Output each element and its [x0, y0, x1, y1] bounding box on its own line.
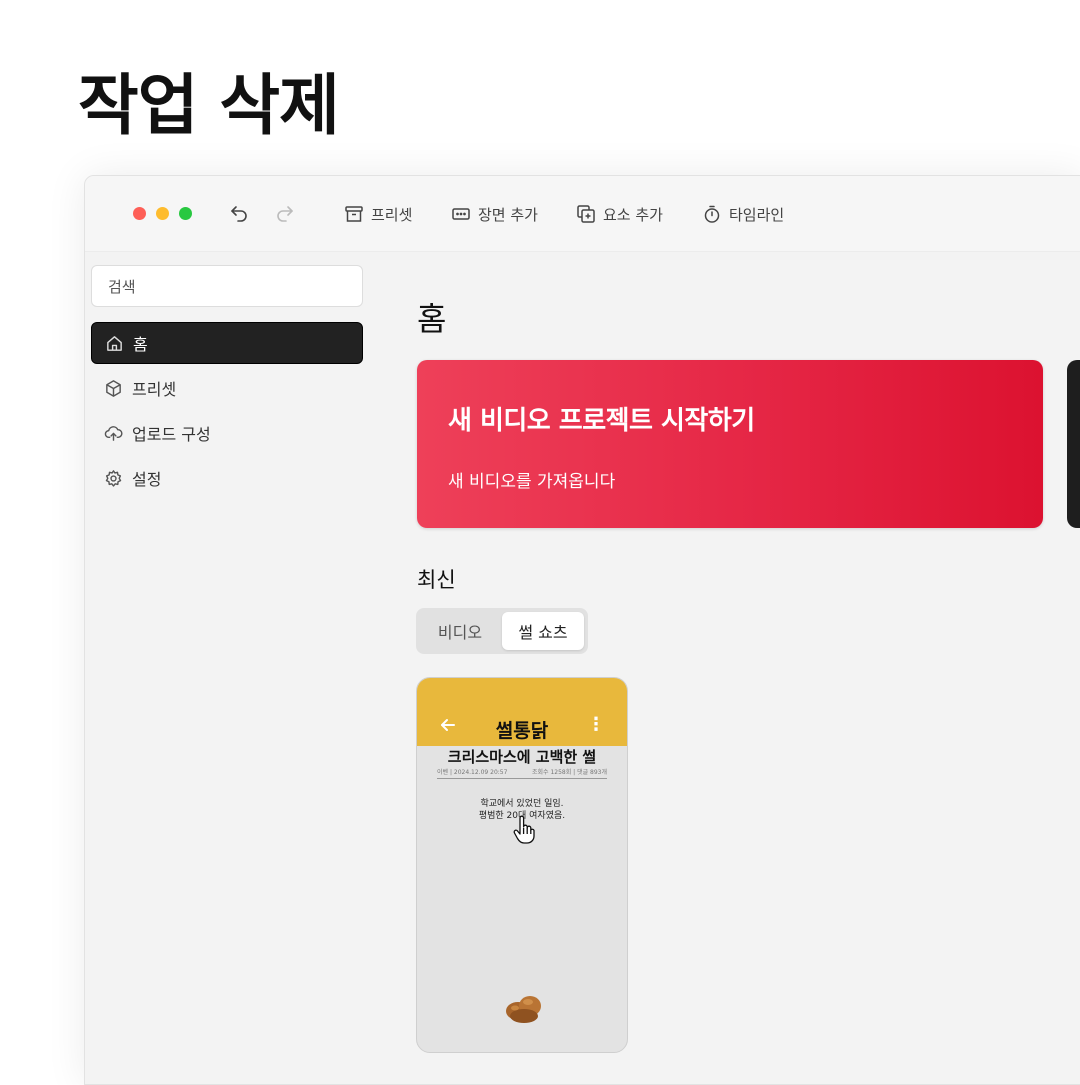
toolbar-timeline-label: 타임라인	[729, 205, 785, 224]
recent-tabs: 비디오 썰 쇼츠	[416, 608, 588, 654]
thumbnail-meta: 이벤 | 2024.12.09 20:57 조회수 1258회 | 댓글 893…	[437, 767, 607, 779]
tab-video[interactable]: 비디오	[420, 612, 500, 650]
more-vertical-icon: ⋮	[587, 714, 605, 735]
scene-add-icon	[452, 208, 470, 220]
thumbnail-post-title: 크리스마스에 고백한 썰	[447, 748, 597, 766]
hero-title: 새 비디오 프로젝트 시작하기	[448, 406, 755, 436]
tab-shorts[interactable]: 썰 쇼츠	[502, 612, 584, 650]
element-add-icon	[577, 205, 595, 223]
thumbnail-meta-right: 조회수 1258회 | 댓글 893개	[531, 769, 607, 776]
page-heading: 작업 삭제	[78, 67, 340, 144]
sidebar-item-upload[interactable]: 업로드 구성	[91, 412, 363, 454]
page-title: 홈	[417, 300, 447, 338]
sidebar-item-label: 프리셋	[132, 380, 177, 399]
toolbar-preset-label: 프리셋	[371, 205, 413, 224]
title-bar: 프리셋 장면 추가 요소 추가 타임라인	[85, 176, 1080, 252]
minimize-window-button[interactable]	[156, 207, 169, 220]
cloud-upload-icon	[104, 425, 123, 441]
thumbnail-body-line: 학교에서 있었던 일임.	[480, 799, 564, 809]
secondary-card[interactable]	[1067, 360, 1080, 528]
toolbar-add-element-label: 요소 추가	[603, 205, 663, 224]
thumbnail-meta-left: 이벤 | 2024.12.09 20:57	[437, 769, 508, 776]
toolbar-preset-button[interactable]: 프리셋	[344, 201, 412, 227]
sidebar-item-home[interactable]: 홈	[91, 322, 363, 364]
redo-button[interactable]	[273, 201, 297, 225]
search-input[interactable]: 검색	[91, 265, 363, 307]
home-icon	[107, 335, 122, 351]
redo-icon	[277, 206, 293, 222]
sidebar: 검색 홈 프리셋 업로드 구성 설정	[85, 252, 375, 1084]
undo-button[interactable]	[227, 201, 251, 225]
main-content: 홈 새 비디오 프로젝트 시작하기 새 비디오를 가져옵니다 최신 비디오 썰 …	[375, 252, 1080, 1084]
toolbar-timeline-button[interactable]: 타임라인	[702, 201, 784, 227]
stopwatch-icon	[704, 205, 720, 223]
gear-icon	[105, 469, 122, 487]
archive-box-icon	[345, 206, 363, 222]
recent-section-title: 최신	[417, 568, 456, 592]
sidebar-item-label: 홈	[133, 335, 148, 354]
app-window: 프리셋 장면 추가 요소 추가 타임라인 검색 홈 프리셋 업로드 구성 설정 …	[84, 175, 1080, 1085]
toolbar-add-element-button[interactable]: 요소 추가	[576, 201, 663, 227]
toolbar-add-scene-label: 장면 추가	[478, 205, 538, 224]
hand-cursor-icon	[513, 815, 535, 844]
search-placeholder: 검색	[108, 277, 136, 296]
close-window-button[interactable]	[133, 207, 146, 220]
undo-icon	[231, 206, 247, 222]
sidebar-item-preset[interactable]: 프리셋	[91, 367, 363, 409]
cube-icon	[106, 379, 121, 397]
toolbar-add-scene-button[interactable]: 장면 추가	[451, 201, 538, 227]
maximize-window-button[interactable]	[179, 207, 192, 220]
sidebar-item-label: 업로드 구성	[132, 425, 211, 444]
fried-chicken-image	[506, 996, 541, 1023]
sidebar-item-label: 설정	[132, 470, 162, 489]
hero-subtitle: 새 비디오를 가져옵니다	[448, 472, 616, 492]
sidebar-item-settings[interactable]: 설정	[91, 457, 363, 499]
new-video-project-card[interactable]: 새 비디오 프로젝트 시작하기 새 비디오를 가져옵니다	[417, 360, 1043, 528]
project-thumbnail[interactable]: 썰통닭 ⋮ 크리스마스에 고백한 썰 이벤 | 2024.12.09 20:57…	[416, 677, 628, 1053]
